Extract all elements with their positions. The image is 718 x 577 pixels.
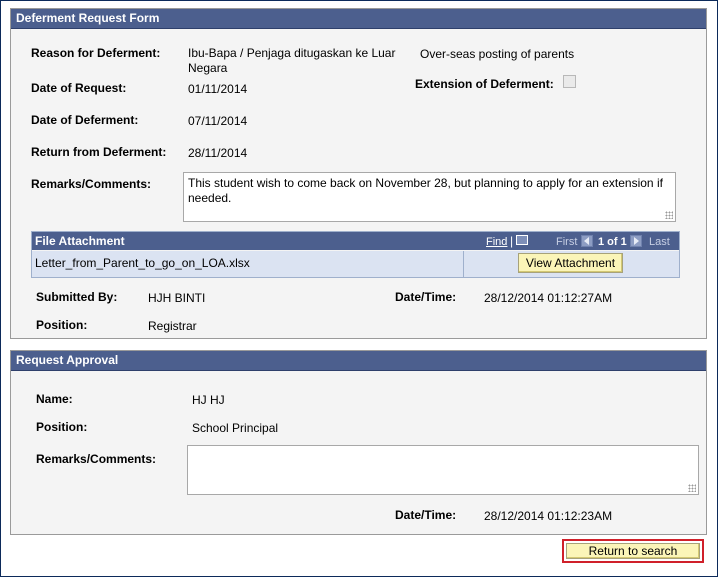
reason-value-line1: Ibu-Bapa / Penjaga ditugaskan ke Luar	[188, 46, 396, 60]
extension-checkbox[interactable]	[563, 75, 576, 88]
submitted-by-value: HJH BINTI	[148, 291, 206, 305]
submitted-datetime-label: Date/Time:	[395, 290, 457, 304]
submitted-by-label: Submitted By:	[36, 290, 118, 304]
file-attachment-grid: File Attachment Find | First 1 of 1 Last…	[31, 231, 680, 278]
remarks-label: Remarks/Comments:	[31, 177, 152, 191]
deferment-request-section: Deferment Request Form Reason for Deferm…	[10, 8, 707, 339]
remarks-textarea[interactable]: This student wish to come back on Novemb…	[183, 172, 676, 222]
resize-grip-icon[interactable]	[688, 484, 696, 492]
remarks-text: This student wish to come back on Novemb…	[188, 176, 663, 205]
resize-grip-icon[interactable]	[665, 211, 673, 219]
page-frame: Deferment Request Form Reason for Deferm…	[0, 0, 718, 577]
approval-remarks-textarea[interactable]	[187, 445, 699, 495]
deferment-section-header: Deferment Request Form	[11, 9, 706, 29]
reason-value-line2: Negara	[188, 61, 228, 75]
file-attachment-header: File Attachment Find | First 1 of 1 Last	[32, 232, 679, 250]
return-to-search-button[interactable]: Return to search	[566, 543, 700, 559]
approval-datetime-value: 28/12/2014 01:12:23AM	[484, 509, 613, 523]
file-attachment-row: Letter_from_Parent_to_go_on_LOA.xlsx Vie…	[32, 251, 679, 277]
date-of-deferment-value: 07/11/2014	[188, 114, 248, 128]
first-label: First	[556, 236, 578, 248]
grid-column-divider	[463, 251, 464, 277]
attachment-file-name: Letter_from_Parent_to_go_on_LOA.xlsx	[35, 256, 250, 270]
pager-text: 1 of 1	[598, 236, 627, 248]
date-of-request-label: Date of Request:	[31, 81, 127, 95]
reason-description: Over-seas posting of parents	[420, 47, 575, 61]
separator: |	[510, 234, 514, 248]
date-of-request-value: 01/11/2014	[188, 82, 248, 96]
file-attachment-title: File Attachment	[35, 234, 125, 248]
reason-label: Reason for Deferment:	[31, 46, 161, 60]
approver-name-label: Name:	[36, 392, 73, 406]
approver-name-value: HJ HJ	[192, 393, 225, 407]
date-of-deferment-label: Date of Deferment:	[31, 113, 139, 127]
approval-section-header: Request Approval	[11, 351, 706, 371]
last-label: Last	[649, 236, 670, 248]
previous-arrow-icon[interactable]	[581, 235, 593, 247]
submitted-position-value: Registrar	[148, 319, 197, 333]
next-arrow-icon[interactable]	[630, 235, 642, 247]
return-from-deferment-label: Return from Deferment:	[31, 145, 167, 159]
reason-value: Ibu-Bapa / Penjaga ditugaskan ke Luar Ne…	[188, 46, 413, 76]
return-button-highlight: Return to search	[562, 539, 704, 563]
approver-position-label: Position:	[36, 420, 88, 434]
approval-remarks-label: Remarks/Comments:	[36, 452, 157, 466]
extension-label: Extension of Deferment:	[415, 77, 554, 91]
find-link[interactable]: Find	[486, 233, 507, 251]
submitted-datetime-value: 28/12/2014 01:12:27AM	[484, 291, 613, 305]
view-all-icon[interactable]	[516, 235, 528, 245]
return-from-deferment-value: 28/11/2014	[188, 146, 248, 160]
submitted-position-label: Position:	[36, 318, 88, 332]
view-attachment-button[interactable]: View Attachment	[518, 253, 623, 273]
request-approval-section: Request Approval Name: HJ HJ Position: S…	[10, 350, 707, 535]
approver-position-value: School Principal	[192, 421, 279, 435]
approval-datetime-label: Date/Time:	[395, 508, 457, 522]
